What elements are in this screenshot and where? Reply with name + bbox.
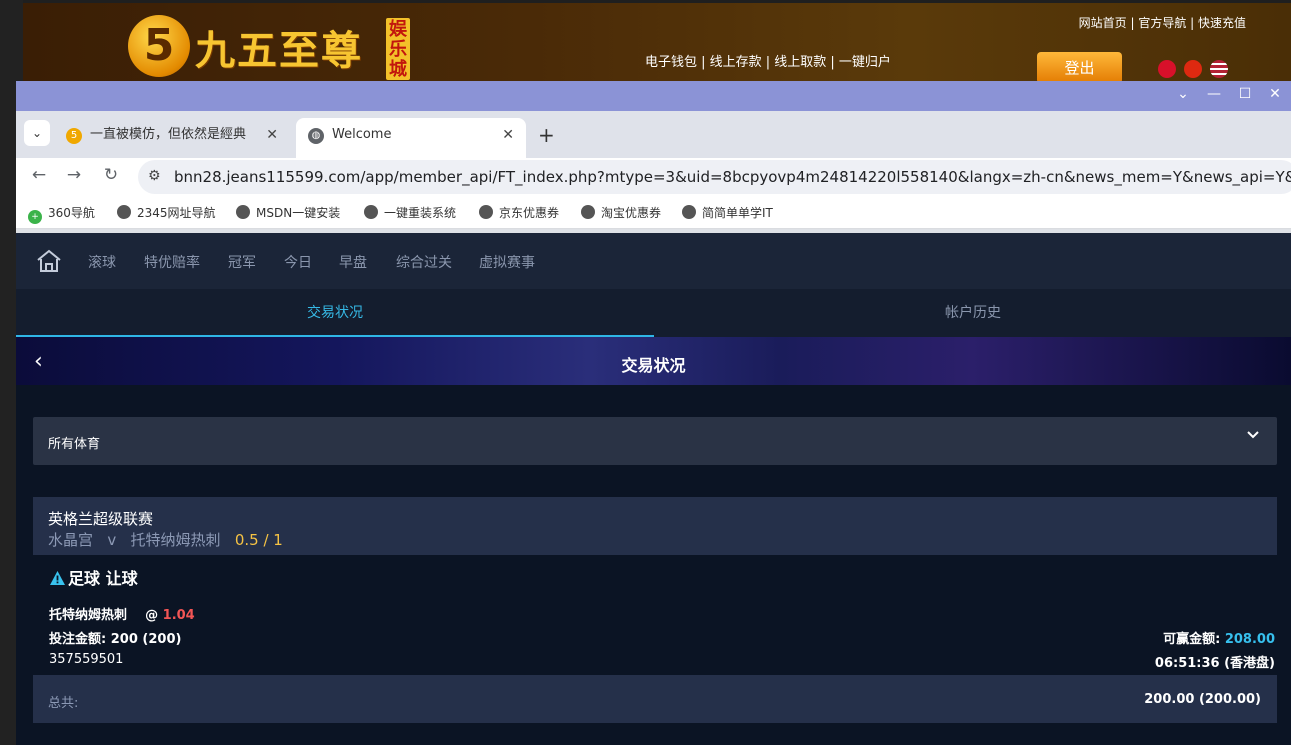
close-window-icon[interactable]: ✕ (1265, 86, 1285, 102)
tab-title: 一直被模仿，但依然是經典 (90, 127, 247, 142)
handicap-line: 0.5 / 1 (234, 531, 283, 549)
nav-item-early[interactable]: 早盘 (339, 252, 367, 272)
bet-odds: 1.04 (162, 608, 195, 623)
win-amount: 可赢金额: 208.00 (1163, 632, 1275, 647)
at-sign: @ (145, 608, 159, 623)
window-title-bar: ⌄ — ☐ ✕ (16, 81, 1291, 111)
account-tabs: 交易状况 帐户历史 (16, 289, 1291, 337)
bookmark-360-icon: + (28, 210, 42, 224)
match-teams: 水晶宫 v 托特纳姆热刺 0.5 / 1 (48, 529, 283, 550)
bookmark-label: 360导航 (48, 206, 95, 220)
close-icon[interactable]: ✕ (502, 118, 514, 152)
site-info-icon[interactable]: ⚙ (148, 168, 161, 184)
nav-item-outright[interactable]: 冠军 (228, 252, 256, 272)
sports-nav: 滚球 特优赔率 冠军 今日 早盘 综合过关 虚拟赛事 (16, 233, 1291, 289)
win-value: 208.00 (1224, 632, 1275, 647)
league-header: 英格兰超级联赛 水晶宫 v 托特纳姆热刺 0.5 / 1 (33, 497, 1277, 555)
site-logo-icon: 5 (128, 15, 190, 77)
forward-arrow-icon[interactable]: → (63, 165, 85, 185)
close-icon[interactable]: ✕ (266, 118, 278, 152)
hk-flag-icon[interactable] (1158, 60, 1176, 78)
total-label: 总共: (48, 696, 79, 711)
chevron-down-icon[interactable]: ⌄ (1173, 86, 1193, 102)
nav-item-parlay[interactable]: 综合过关 (396, 252, 452, 272)
bookmark-360[interactable]: +360导航 (28, 204, 95, 224)
bookmarks-bar: +360导航 2345网址导航 MSDN一键安装 一键重装系统 京东优惠券 淘宝… (16, 196, 1291, 229)
page-title: 交易状况 (621, 356, 686, 375)
minimize-icon[interactable]: — (1204, 86, 1224, 102)
bookmark-label: 2345网址导航 (137, 206, 216, 220)
selection-team: 托特纳姆热刺 (49, 608, 128, 623)
win-label: 可赢金额 (1163, 632, 1216, 647)
bet-type-label: 足球 让球 (68, 569, 138, 588)
site-top-links[interactable]: 网站首页 | 官方导航 | 快速充值 (1079, 14, 1246, 31)
versus-label: v (107, 531, 117, 549)
us-flag-icon[interactable] (1210, 60, 1228, 78)
bookmark-msdn[interactable]: MSDN一键安装 (236, 204, 340, 221)
site-logo-text: 九五至尊 (195, 27, 363, 74)
globe-icon (581, 205, 595, 219)
bookmark-learn-it[interactable]: 简简单单学IT (682, 204, 773, 221)
bet-time: 06:51:36 (香港盘) (1154, 656, 1275, 671)
home-icon[interactable] (36, 249, 62, 273)
new-tab-plus-icon[interactable]: + (538, 123, 555, 147)
total-value: 200.00 (200.00) (1144, 692, 1261, 707)
away-team: 托特纳姆热刺 (130, 531, 221, 549)
address-bar-row: ← → ↻ ⚙ bnn28.jeans115599.com/app/member… (16, 158, 1291, 196)
address-bar[interactable]: ⚙ bnn28.jeans115599.com/app/member_api/F… (138, 160, 1291, 194)
page-content: 滚球 特优赔率 冠军 今日 早盘 综合过关 虚拟赛事 交易状况 帐户历史 ‹ 交… (16, 233, 1291, 745)
tab-transaction-status[interactable]: 交易状况 (16, 289, 654, 337)
tab-active[interactable]: ◍ Welcome ✕ (296, 118, 526, 158)
bookmark-2345[interactable]: 2345网址导航 (117, 204, 216, 221)
nav-item-today[interactable]: 今日 (284, 252, 312, 272)
tab-title: Welcome (332, 127, 392, 142)
page-header-banner: ‹ 交易状况 (16, 337, 1291, 385)
bookmark-label: 淘宝优惠券 (601, 206, 662, 220)
ticket-id: 357559501 (49, 652, 124, 667)
bookmark-taobao[interactable]: 淘宝优惠券 (581, 204, 661, 221)
globe-icon (117, 205, 131, 219)
total-summary: 总共: 200.00 (200.00) (33, 675, 1277, 723)
tab-strip: ⌄ 5 一直被模仿，但依然是經典 ✕ ◍ Welcome ✕ + (16, 111, 1291, 158)
bookmark-label: 京东优惠券 (499, 206, 560, 220)
bookmark-label: MSDN一键安装 (256, 206, 341, 220)
site-favicon-icon: 5 (66, 128, 82, 144)
globe-icon: ◍ (308, 128, 324, 144)
nav-item-virtual[interactable]: 虚拟赛事 (479, 252, 535, 272)
tab-account-history[interactable]: 帐户历史 (654, 289, 1291, 337)
bet-selection: 托特纳姆热刺 @ 1.04 (49, 604, 195, 623)
stake-amount: 投注金额: 200 (200) (49, 632, 182, 647)
maximize-icon[interactable]: ☐ (1235, 86, 1255, 102)
tab-search-icon[interactable]: ⌄ (24, 120, 50, 146)
site-logo-tag: 娱乐城 (386, 18, 410, 80)
league-name: 英格兰超级联赛 (48, 510, 154, 528)
stake-label: 投注金额 (49, 632, 102, 647)
site-logout-button[interactable]: 登出 (1037, 52, 1122, 84)
back-arrow-icon[interactable]: ← (28, 165, 50, 185)
tab-inactive[interactable]: 5 一直被模仿，但依然是經典 ✕ (54, 118, 290, 158)
home-team: 水晶宫 (48, 531, 94, 549)
nav-item-live[interactable]: 滚球 (88, 252, 116, 272)
globe-icon (682, 205, 696, 219)
filter-label: 所有体育 (48, 437, 101, 452)
url-text[interactable]: bnn28.jeans115599.com/app/member_api/FT_… (174, 168, 1291, 186)
bookmark-jd[interactable]: 京东优惠券 (479, 204, 559, 221)
bet-type-title: 足球 让球 (49, 565, 138, 589)
sport-filter-dropdown[interactable]: 所有体育 (33, 417, 1277, 465)
bookmark-label: 一键重装系统 (384, 206, 457, 220)
globe-icon (236, 205, 250, 219)
reload-icon[interactable]: ↻ (100, 165, 122, 185)
nav-item-special-odds[interactable]: 特优赔率 (144, 252, 200, 272)
chevron-down-icon (1247, 431, 1259, 439)
bookmark-reinstall[interactable]: 一键重装系统 (364, 204, 456, 221)
globe-icon (479, 205, 493, 219)
bookmark-label: 简简单单学IT (702, 206, 773, 220)
browser-window: ⌄ — ☐ ✕ ⌄ 5 一直被模仿，但依然是經典 ✕ ◍ Welcome ✕ +… (16, 81, 1291, 745)
stake-value: 200 (200) (110, 632, 182, 647)
globe-icon (364, 205, 378, 219)
site-account-links[interactable]: 电子钱包 | 线上存款 | 线上取款 | 一键归户 (645, 51, 891, 70)
warning-icon (50, 571, 65, 585)
cn-flag-icon[interactable] (1184, 60, 1202, 78)
